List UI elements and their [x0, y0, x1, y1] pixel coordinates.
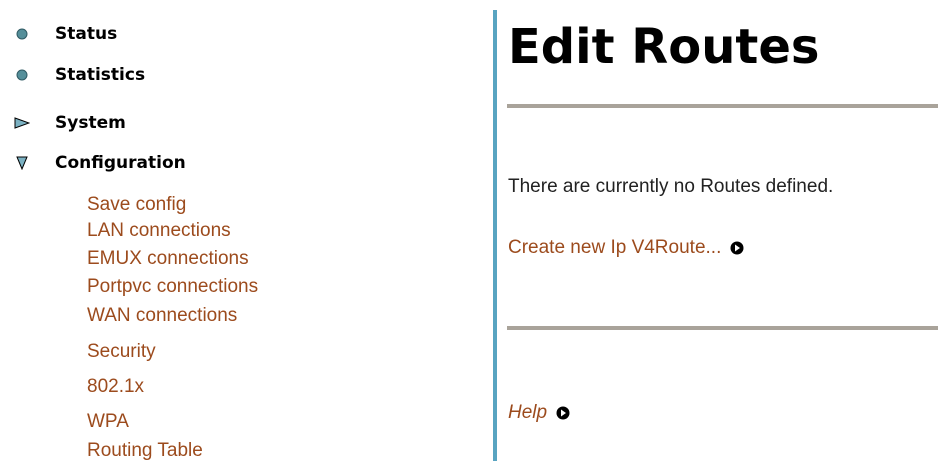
- bullet-icon: [16, 28, 28, 40]
- nav-item-label: Configuration: [55, 153, 186, 173]
- arrow-right-circle-icon[interactable]: [556, 406, 570, 420]
- nav-item-label: Statistics: [55, 65, 146, 85]
- nav-sub-emux-connections[interactable]: EMUX connections: [87, 248, 249, 270]
- nav-sub-routing-table[interactable]: Routing Table: [87, 440, 203, 461]
- nav-item-label: Status: [55, 24, 118, 44]
- page-title: Edit Routes: [508, 19, 820, 75]
- triangle-right-icon: [14, 117, 30, 129]
- triangle-down-icon: [16, 156, 28, 170]
- help-link[interactable]: Help: [508, 402, 547, 424]
- create-route-link[interactable]: Create new Ip V4Route...: [508, 237, 721, 259]
- arrow-right-circle-icon[interactable]: [730, 241, 744, 255]
- horizontal-rule: [507, 104, 938, 108]
- horizontal-rule: [507, 326, 938, 330]
- nav-sub-security[interactable]: Security: [87, 341, 156, 363]
- sidebar-nav: Status Statistics System Configuration S…: [0, 0, 493, 461]
- nav-sub-portpvc-connections[interactable]: Portpvc connections: [87, 276, 258, 298]
- nav-item-label: System: [55, 113, 126, 133]
- no-routes-message: There are currently no Routes defined.: [508, 176, 834, 197]
- bullet-icon: [16, 69, 28, 81]
- create-route-row: Create new Ip V4Route...: [508, 237, 744, 259]
- main-content: Edit Routes There are currently no Route…: [497, 0, 938, 461]
- nav-sub-802-1x[interactable]: 802.1x: [87, 376, 144, 398]
- page: Status Statistics System Configuration S…: [0, 0, 938, 461]
- help-row: Help: [508, 402, 570, 424]
- nav-sub-lan-connections[interactable]: LAN connections: [87, 220, 231, 242]
- nav-sub-wan-connections[interactable]: WAN connections: [87, 305, 237, 327]
- nav-sub-wpa[interactable]: WPA: [87, 411, 129, 433]
- nav-sub-save-config[interactable]: Save config: [87, 194, 186, 216]
